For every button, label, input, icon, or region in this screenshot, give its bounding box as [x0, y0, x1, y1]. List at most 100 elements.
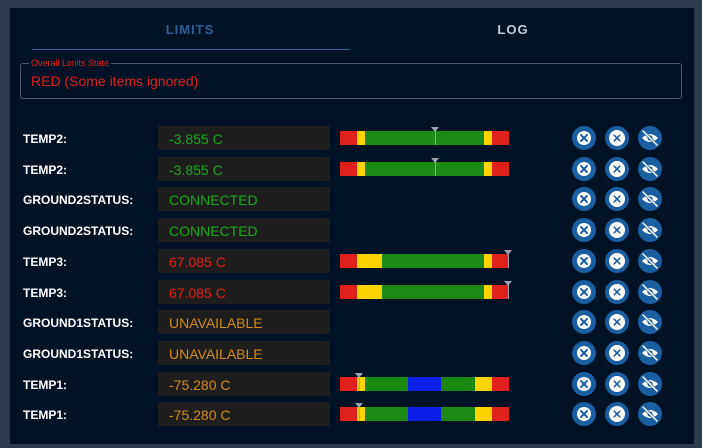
- current-value-pointer: [504, 280, 512, 286]
- tab-log[interactable]: LOG: [343, 22, 683, 37]
- hide-item-button[interactable]: [638, 279, 662, 304]
- clear-item-button[interactable]: [605, 279, 629, 304]
- limit-row: GROUND2STATUS: CONNECTED: [10, 218, 694, 244]
- item-value-field: -3.855 C: [158, 126, 330, 150]
- current-value-marker: [435, 161, 436, 176]
- limits-bar-segment-blue: [408, 376, 441, 391]
- ignore-item-button[interactable]: [572, 371, 596, 396]
- hide-item-button[interactable]: [638, 126, 662, 150]
- ignore-item-button[interactable]: [572, 126, 596, 150]
- limits-bar-segment-yellow: [357, 161, 365, 176]
- limits-bar-segment-yellow: [357, 284, 382, 299]
- item-value-field: -75.280 C: [158, 371, 330, 396]
- item-value: 67.085 C: [169, 284, 226, 301]
- hide-item-button[interactable]: [638, 310, 662, 335]
- ignore-item-button[interactable]: [572, 279, 596, 304]
- limits-bar-segment-yellow: [357, 253, 382, 268]
- limit-row: GROUND2STATUS: CONNECTED: [10, 187, 694, 213]
- item-value-field: UNAVAILABLE: [158, 310, 330, 335]
- ignore-item-button[interactable]: [572, 310, 596, 335]
- limits-bar-segment-red: [340, 253, 357, 268]
- limits-bar-segment-yellow: [475, 407, 492, 422]
- item-label: TEMP1:: [23, 408, 68, 423]
- limits-bar: [340, 249, 512, 268]
- limits-bar-segment-yellow: [484, 284, 492, 299]
- overall-limits-state-value: RED (Some items ignored): [31, 73, 199, 89]
- item-value: 67.085 C: [169, 253, 226, 270]
- overall-limits-state: Overall Limits State RED (Some items ign…: [20, 58, 682, 99]
- current-value-pointer: [431, 127, 439, 132]
- limits-bar-segment-red: [492, 284, 509, 299]
- clear-item-button[interactable]: [605, 248, 629, 273]
- hide-item-button[interactable]: [638, 156, 662, 181]
- limits-bar: [340, 280, 512, 299]
- ignore-item-button[interactable]: [572, 218, 596, 243]
- limits-bar-segment-yellow: [475, 376, 492, 391]
- clear-item-button[interactable]: [605, 402, 629, 427]
- limit-row: TEMP2: -3.855 C: [10, 156, 694, 183]
- limit-row: TEMP1: -75.280 C: [10, 371, 694, 398]
- limits-bar-segment-green: [382, 284, 484, 299]
- hide-item-button[interactable]: [638, 371, 662, 396]
- limits-bar: [340, 157, 509, 176]
- limits-bar-segment-yellow: [484, 161, 492, 176]
- item-value-field: 67.085 C: [158, 248, 330, 273]
- clear-item-button[interactable]: [605, 126, 629, 150]
- limit-row: GROUND1STATUS: UNAVAILABLE: [10, 310, 694, 336]
- limits-bar-segment-red: [340, 407, 357, 422]
- ignore-item-button[interactable]: [572, 340, 596, 365]
- limits-bar-segment-yellow: [484, 131, 492, 145]
- item-value: -75.280 C: [169, 407, 231, 424]
- limit-row: TEMP2: -3.855 C: [10, 126, 694, 152]
- limits-bar-segment-blue: [408, 407, 441, 422]
- item-label: GROUND1STATUS:: [23, 346, 134, 361]
- clear-item-button[interactable]: [605, 371, 629, 396]
- clear-item-button[interactable]: [605, 187, 629, 212]
- limits-bar-segment-yellow: [484, 253, 492, 268]
- limits-bar-segment-green: [441, 407, 475, 422]
- clear-item-button[interactable]: [605, 218, 629, 243]
- ignore-item-button[interactable]: [572, 187, 596, 212]
- clear-item-button[interactable]: [605, 310, 629, 335]
- hide-item-button[interactable]: [638, 340, 662, 365]
- item-value-field: CONNECTED: [158, 218, 330, 243]
- limits-bar: [340, 403, 509, 422]
- limit-row: TEMP3: 67.085 C: [10, 248, 694, 275]
- limits-bar-segment-red: [492, 131, 509, 145]
- item-value: -3.855 C: [169, 131, 223, 147]
- limits-bar-segment-yellow: [357, 131, 365, 145]
- item-value: -75.280 C: [169, 376, 231, 393]
- hide-item-button[interactable]: [638, 218, 662, 243]
- limits-bar-segment-red: [492, 376, 509, 391]
- limits-bar-segment-green: [365, 407, 408, 422]
- tab-limits[interactable]: LIMITS: [20, 22, 360, 37]
- current-value-pointer: [355, 403, 363, 409]
- limit-row: GROUND1STATUS: UNAVAILABLE: [10, 340, 694, 367]
- tab-bar: LIMITS LOG: [10, 8, 694, 52]
- clear-item-button[interactable]: [605, 340, 629, 365]
- current-value-pointer: [504, 249, 512, 255]
- item-value-field: -75.280 C: [158, 402, 330, 427]
- current-value-marker: [359, 376, 360, 391]
- item-label: TEMP3:: [23, 254, 68, 269]
- hide-item-button[interactable]: [638, 248, 662, 273]
- item-value: CONNECTED: [169, 192, 258, 209]
- limits-bar-segment-red: [340, 376, 357, 391]
- limits-bar-segment-green: [441, 376, 475, 391]
- current-value-pointer: [355, 372, 363, 378]
- clear-item-button[interactable]: [605, 156, 629, 181]
- item-label: GROUND2STATUS:: [23, 224, 134, 239]
- hide-item-button[interactable]: [638, 187, 662, 212]
- limits-bar-segment-green: [365, 376, 408, 391]
- item-value: UNAVAILABLE: [169, 315, 263, 332]
- item-label: GROUND1STATUS:: [23, 316, 134, 331]
- active-tab-indicator: [32, 49, 350, 50]
- ignore-item-button[interactable]: [572, 402, 596, 427]
- limit-row: TEMP3: 67.085 C: [10, 279, 694, 306]
- limits-bar-segment-red: [340, 161, 357, 176]
- ignore-item-button[interactable]: [572, 156, 596, 181]
- hide-item-button[interactable]: [638, 402, 662, 427]
- ignore-item-button[interactable]: [572, 248, 596, 273]
- limits-bar: [340, 127, 509, 145]
- item-label: TEMP3:: [23, 285, 68, 300]
